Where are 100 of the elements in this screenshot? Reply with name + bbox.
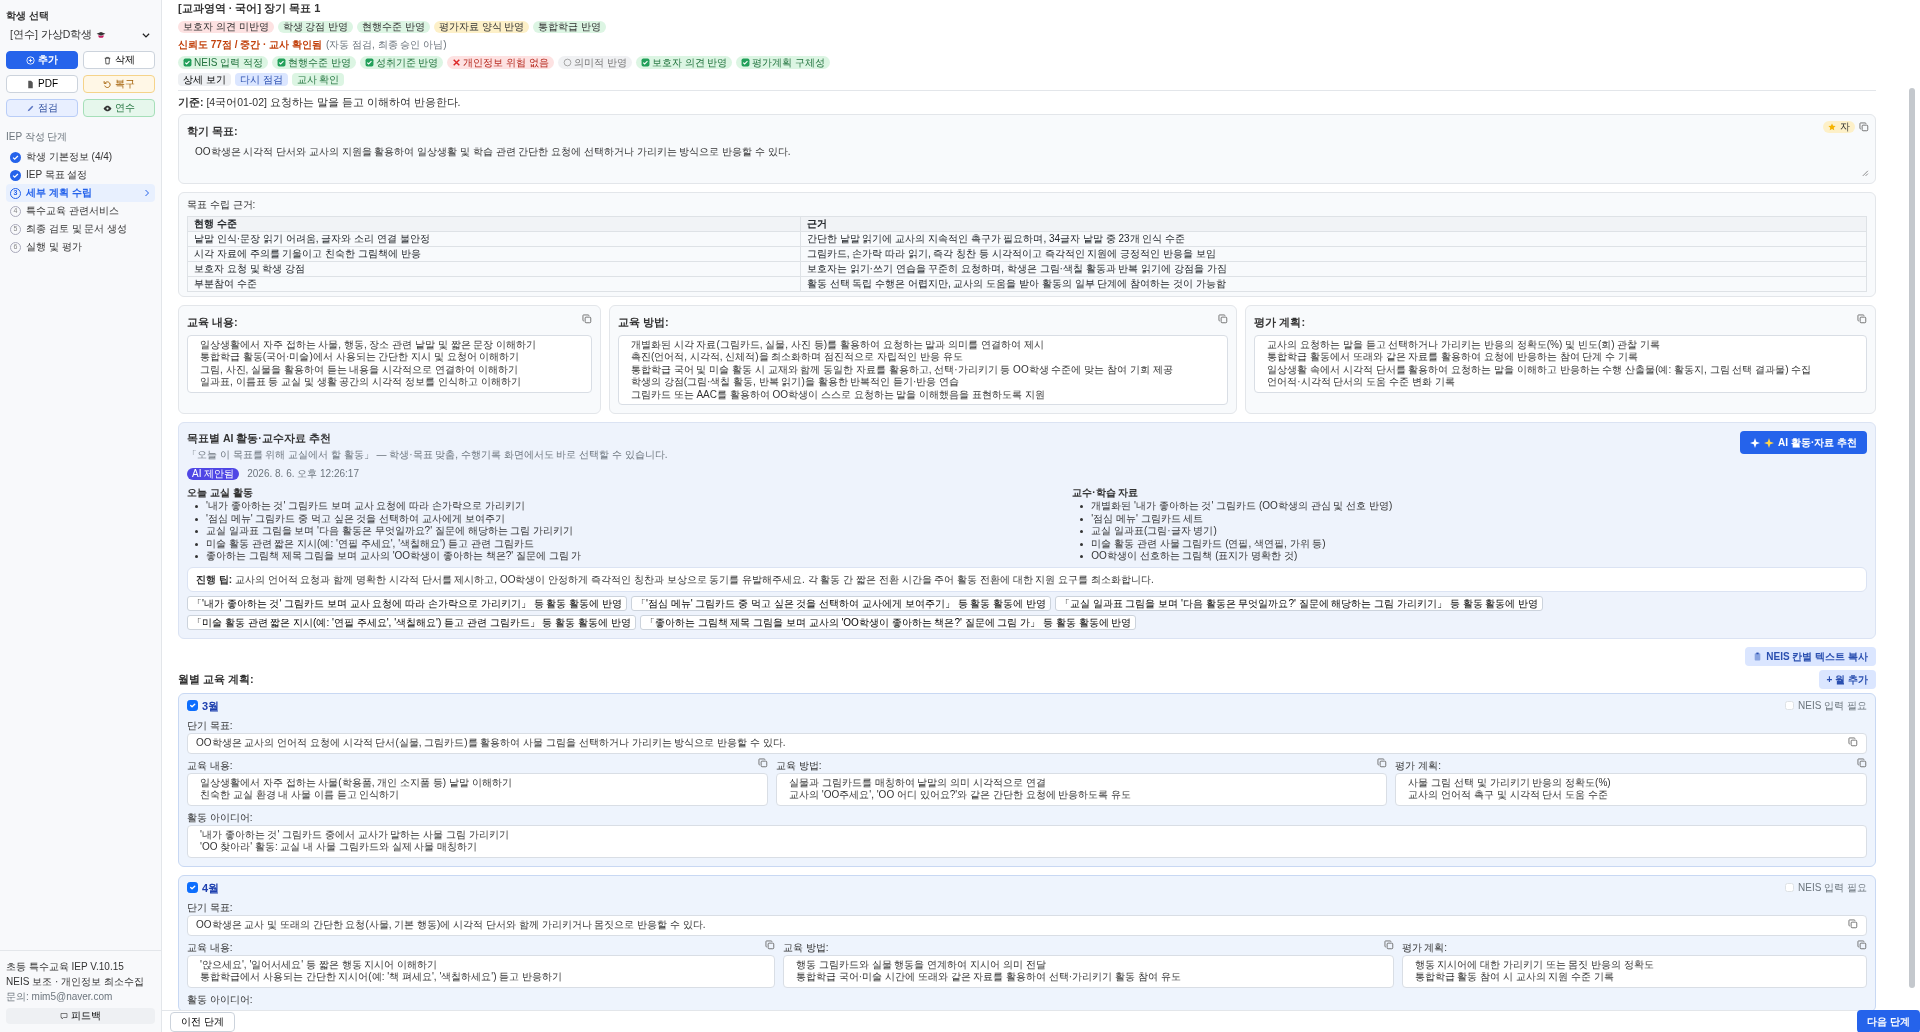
copy-icon[interactable]	[1857, 939, 1867, 950]
sparkle-icon	[1750, 437, 1761, 448]
check-chip: 개인정보 위험 없음	[447, 55, 555, 69]
prev-step-button[interactable]: 이전 단계	[170, 1011, 235, 1032]
copy-icon[interactable]	[1377, 757, 1388, 768]
copy-icon[interactable]	[1848, 919, 1858, 929]
field-label: 교육 방법:	[783, 940, 829, 955]
cross-icon	[452, 57, 462, 67]
action-button[interactable]: 교사 확인	[291, 72, 345, 86]
text-line: 일상생활에서 자주 접하는 사물, 행동, 장소 관련 낱말 및 짧은 문장 이해하기	[200, 338, 538, 352]
text-line: 행동 그림카드와 실물 행동을 연계하여 지시어 의미 전달	[796, 958, 1047, 971]
list-item: OO학생이 선호하는 그림책 (표지가 명확한 것)	[1091, 550, 1298, 563]
copy-icon[interactable]	[1859, 122, 1869, 133]
text-line: 'OO 찾아라' 활동: 교실 내 사물 그림카드와 실제 사물 매칭하기	[200, 841, 479, 854]
goal-title: [교과영역 · 국어] 장기 목표 1	[178, 1, 322, 16]
list-item: 교실 일과표(그림·글자 병기)	[1091, 525, 1217, 538]
list-item: '점심 메뉴' 그림카드 세트	[1091, 512, 1204, 525]
list-item: 좋아하는 그림책 제목 그림을 보며 교사의 'OO학생이 좋아하는 책은?' 질문에 그림 가	[206, 550, 582, 563]
text-line: 일과표, 이름표 등 교실 및 생활 공간의 시각적 정보를 인식하고 이해하기	[200, 376, 522, 389]
copy-icon[interactable]	[1383, 939, 1394, 950]
suggestion-chip[interactable]: 「'내가 좋아하는 것' 그림카드 보며 교사 요청에 따라 손가락으로 가리키기」 등 활동 활동에 반영	[187, 595, 627, 611]
chevron-down-icon	[141, 30, 151, 40]
check-chip: 평가계획 구체성	[736, 55, 831, 69]
step-item[interactable]: 학생 기본정보 (4/4)	[6, 148, 155, 166]
section-title: 목표 수립 근거:	[187, 198, 257, 213]
status-tag: 학생 강점 반영	[277, 20, 354, 33]
star-icon	[1828, 123, 1836, 132]
text-line: 언어적·시각적 단서의 도움 수준 변화 기록	[1267, 376, 1456, 389]
status-tag: 보호자 의견 미반영	[178, 20, 274, 33]
copy-icon[interactable]	[581, 314, 592, 325]
neis-checkbox[interactable]	[1785, 883, 1795, 893]
copy-icon[interactable]	[1218, 314, 1229, 325]
circle-icon	[563, 57, 573, 67]
table-cell: 그림카드, 손가락 따라 읽기, 즉각 칭찬 등 시각적이고 즉각적인 지원에 긍정적인 반응을 보임	[800, 246, 1867, 262]
checkbox-icon	[741, 57, 751, 67]
notice-text: NEIS 보조 · 개인정보 최소수집	[6, 975, 145, 989]
document-icon	[26, 79, 35, 89]
copy-icon[interactable]	[765, 939, 776, 950]
neis-label: NEIS 입력 필요	[1798, 699, 1867, 714]
plus-circle-icon	[26, 55, 35, 65]
text-line: 통합학급 활동(국어·미술)에서 사용되는 간단한 지시 및 요청어 이해하기	[200, 351, 521, 364]
bullet-dot	[195, 555, 198, 558]
suggestion-chip[interactable]: 「교실 일과표 그림을 보며 '다음 활동은 무엇일까요?' 질문에 해당하는 그림 가리키기」 등 활동 활동에 반영	[1054, 595, 1544, 611]
text-line: 촉진(언어적, 시각적, 신체적)을 최소화하며 점진적으로 자립적인 반응 유도	[630, 351, 964, 364]
neis-copy-button[interactable]: NEIS 칸별 텍스트 복사	[1745, 646, 1876, 666]
goal-text: OO학생은 교사 및 또래의 간단한 요청(사물, 기본 행동)에 시각적 단서와 함께 가리키거나 몸짓으로 반응할 수 있다.	[196, 919, 706, 932]
goal-text: OO학생은 교사의 언어적 요청에 시각적 단서(실물, 그림카드)를 활용하여 사물 그림을 선택하거나 가리키는 방식으로 반응할 수 있다.	[196, 737, 786, 750]
text-line: 사물 그림 선택 및 가리키기 반응의 정확도(%)	[1408, 776, 1612, 789]
check-chip: 성취기준 반영	[359, 55, 444, 69]
ai-badge: AI 제안됨	[187, 467, 240, 480]
steps-heading: IEP 작성 단계	[6, 130, 69, 144]
text-line: 학생의 강점(그림·색칠 활동, 반복 읽기)을 활용한 반복적인 듣기·반응 연습	[630, 376, 961, 389]
copy-icon[interactable]	[1848, 737, 1858, 747]
copy-icon[interactable]	[758, 757, 768, 768]
field-label: 교육 내용:	[187, 758, 233, 773]
trash-icon	[103, 55, 112, 65]
field-label: 단기 목표:	[187, 719, 234, 733]
checkbox-icon	[364, 57, 374, 67]
sidebar-button[interactable]: PDF	[6, 75, 78, 93]
copy-icon[interactable]	[1857, 314, 1867, 325]
ai-recommend-button[interactable]: AI 활동·자료 추천	[1740, 431, 1867, 455]
action-button[interactable]: 다시 점검	[234, 72, 288, 86]
student-select[interactable]: [연수] 가상D학생	[6, 27, 155, 43]
neis-checkbox[interactable]	[1785, 701, 1795, 711]
text-line: 통합학급에서 사용되는 간단한 지시어(예: '책 펴세요', '색칠하세요') 듣고 반응하기	[200, 971, 564, 984]
suggestion-chip[interactable]: 「좋아하는 그림책 제목 그림을 보며 교사의 'OO학생이 좋아하는 책은?' 질문에 그림 가」 등 활동 활동에 반영	[639, 614, 1137, 630]
text-line: 통합학급 활동 참여 시 교사의 지원 수준 기록	[1414, 971, 1615, 984]
check-chip: 현행수준 반영	[271, 55, 356, 69]
sidebar-button[interactable]: 삭제	[83, 51, 155, 69]
list-item: '점심 메뉴' 그림카드 중 먹고 싶은 것을 선택하여 교사에게 보여주기	[206, 512, 505, 525]
check-chip: NEIS 입력 적정	[178, 55, 268, 69]
list-title: 오늘 교실 활동	[187, 486, 254, 500]
standard-text: 기준: [4국어01-02] 요청하는 말을 듣고 이해하여 반응한다.	[178, 94, 462, 110]
add-month-button[interactable]: + 월 추가	[1818, 669, 1876, 689]
list-item: 미술 활동 관련 짧은 지시(예: '연필 주세요', '색칠해요') 듣고 관련 그림카드	[206, 537, 534, 550]
sidebar-button[interactable]: 점검	[6, 99, 78, 117]
month-checkbox[interactable]	[187, 882, 198, 894]
next-step-button[interactable]: 다음 단계	[1857, 1010, 1920, 1032]
list-item: 교실 일과표 그림을 보며 '다음 활동은 무엇일까요?' 질문에 해당하는 그림 가리키기	[206, 525, 574, 538]
bullet-dot	[1080, 555, 1084, 558]
chat-icon	[60, 1012, 68, 1020]
column-header: 현행 수준	[187, 216, 801, 232]
check-circle-icon	[10, 169, 21, 181]
copy-icon[interactable]	[1857, 757, 1867, 768]
sidebar-button[interactable]: 연수	[83, 99, 155, 117]
list-item: '내가 좋아하는 것' 그림카드 보며 교사 요청에 따라 손가락으로 가리키기	[206, 500, 525, 513]
feedback-button[interactable]: 피드백	[6, 1008, 155, 1024]
sidebar-button[interactable]: 추가	[6, 51, 78, 69]
text-line: 친숙한 교실 환경 내 사물 이름 듣고 인식하기	[200, 789, 401, 802]
list-title: 교수·학습 자료	[1072, 486, 1140, 500]
suggestion-chip[interactable]: 「미술 활동 관련 짧은 지시(예: '연필 주세요', '색칠해요') 듣고 관련 그림카드」 등 활동 활동에 반영	[187, 614, 636, 630]
suggestion-chip[interactable]: 「'점심 메뉴' 그림카드 중 먹고 싶은 것을 선택하여 교사에게 보여주기」 등 활동 활동에 반영	[630, 595, 1051, 611]
bullet-dot	[195, 517, 198, 521]
bullet-dot	[1080, 530, 1084, 533]
goal-text: OO학생은 시각적 단서와 교사의 지원을 활용하여 일상생활 및 학습 관련 간단한 요청에 선택하거나 가리키는 방식으로 반응할 수 있다.	[194, 144, 792, 159]
step-item[interactable]: IEP 목표 설정	[6, 166, 155, 184]
action-button[interactable]: 상세 보기	[178, 72, 231, 86]
table-cell: 보호자 요청 및 학생 강점	[187, 261, 801, 277]
month-checkbox[interactable]	[187, 700, 198, 712]
sidebar-button[interactable]: 복구	[83, 75, 155, 93]
